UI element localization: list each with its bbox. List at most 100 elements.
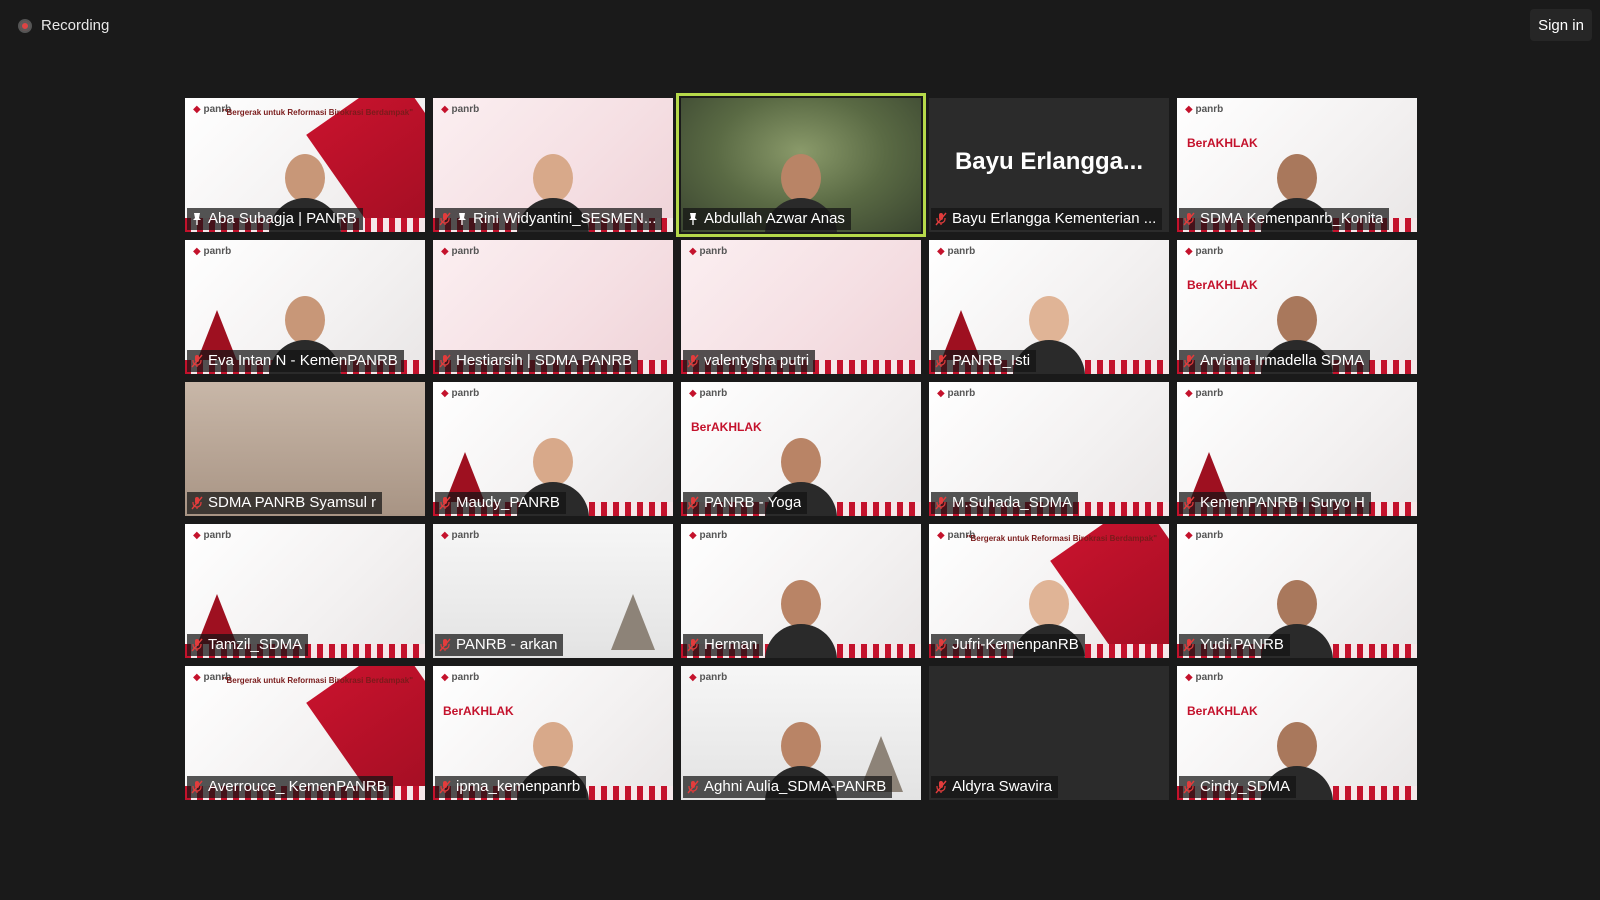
participant-tile[interactable]: Bayu Erlangga... Bayu Erlangga Kementeria… [929,98,1169,232]
background-slogan: "Bergerak untuk Reformasi Birokrasi Berd… [222,676,413,685]
participant-tile[interactable]: ◆ panrb valentysha putri [681,240,921,374]
mic-off-icon [439,780,451,794]
mic-off-icon [935,496,947,510]
participant-tile[interactable]: ◆ panrb KemenPANRB I Suryo H [1177,382,1417,516]
participant-tile[interactable]: ◆ panrb BerAKHLAK PANRB - Yoga [681,382,921,516]
mic-off-icon [191,496,203,510]
name-tag: valentysha putri [683,350,816,372]
mic-off-icon [191,780,203,794]
participant-name: Jufri-KemenpanRB [952,636,1079,653]
temple-graphic [611,594,655,650]
name-tag: Arviana Irmadella SDMA [1179,350,1371,372]
participant-name: PANRB - arkan [456,636,558,653]
mic-off-icon [1183,638,1195,652]
participant-tile[interactable]: ◆ panrb "Bergerak untuk Reformasi Birokra… [185,98,425,232]
participant-tile[interactable]: ◆ panrb BerAKHLAK ipma_kemenpanrb [433,666,673,800]
panrb-logo: ◆ panrb [1185,530,1224,541]
mic-off-icon [935,780,947,794]
participant-grid: ◆ panrb "Bergerak untuk Reformasi Birokra… [185,93,1417,800]
participant-tile[interactable]: ◆ panrb PANRB_Isti [929,240,1169,374]
mic-off-icon [687,496,699,510]
participant-name: PANRB - Yoga [704,494,802,511]
name-tag: PANRB - Yoga [683,492,808,514]
participant-tile[interactable]: ◆ panrb "Bergerak untuk Reformasi Birokra… [929,524,1169,658]
participant-name: ipma_kemenpanrb [456,778,581,795]
participant-tile[interactable]: ◆ panrb "Bergerak untuk Reformasi Birokra… [185,666,425,800]
berakhlak-brand: BerAKHLAK [443,704,514,718]
mic-off-icon [1183,780,1195,794]
participant-tile[interactable]: ◆ panrb Rini Widyantini_SESMEN... [433,98,673,232]
panrb-logo: ◆ panrb [689,388,728,399]
participant-tile[interactable]: ◆ panrb Tamzil_SDMA [185,524,425,658]
panrb-logo: ◆ panrb [441,672,480,683]
participant-tile[interactable]: ◆ panrb Herman [681,524,921,658]
pin-icon [687,212,699,226]
panrb-logo: ◆ panrb [441,530,480,541]
pin-icon [456,212,468,226]
participant-name: valentysha putri [704,352,810,369]
panrb-logo: ◆ panrb [689,246,728,257]
name-tag: PANRB - arkan [435,634,564,656]
panrb-logo: ◆ panrb [193,246,232,257]
name-tag: Cindy_SDMA [1179,776,1297,798]
berakhlak-brand: BerAKHLAK [1187,136,1258,150]
name-tag: PANRB_Isti [931,350,1037,372]
participant-tile[interactable]: ◆ panrb Maudy_PANRB [433,382,673,516]
panrb-logo: ◆ panrb [937,246,976,257]
participant-tile[interactable]: ◆ panrb BerAKHLAK Cindy_SDMA [1177,666,1417,800]
participant-tile[interactable]: ◆ panrb Hestiarsih | SDMA PANRB [433,240,673,374]
participant-tile[interactable]: ◆ panrb Aghni Aulia_SDMA-PANRB [681,666,921,800]
participant-name: SDMA PANRB Syamsul r [208,494,377,511]
mic-off-icon [687,780,699,794]
mic-off-icon [687,354,699,368]
participant-name: M.Suhada_SDMA [952,494,1073,511]
participant-name: Averrouce_ KemenPANRB [208,778,387,795]
participant-tile[interactable]: ◆ panrb BerAKHLAK Arviana Irmadella SDMA [1177,240,1417,374]
name-tag: Jufri-KemenpanRB [931,634,1085,656]
name-tag: Tamzil_SDMA [187,634,309,656]
sign-in-button[interactable]: Sign in [1530,9,1592,41]
name-tag: Hestiarsih | SDMA PANRB [435,350,639,372]
participant-tile[interactable]: ◆ panrb BerAKHLAK SDMA Kemenpanrb_Konita [1177,98,1417,232]
participant-name: Aghni Aulia_SDMA-PANRB [704,778,887,795]
mic-off-icon [439,638,451,652]
participant-name: Yudi.PANRB [1200,636,1284,653]
participant-tile[interactable]: SDMA PANRB Syamsul r [185,382,425,516]
name-tag: KemenPANRB I Suryo H [1179,492,1371,514]
mic-off-icon [439,354,451,368]
participant-name: Eva Intan N - KemenPANRB [208,352,398,369]
participant-tile[interactable]: Aldyra Swavira [929,666,1169,800]
participant-tile[interactable]: ◆ panrb M.Suhada_SDMA [929,382,1169,516]
participant-name: Herman [704,636,758,653]
top-bar: Recording Sign in [0,0,1600,50]
participant-tile[interactable]: ◆ panrb Yudi.PANRB [1177,524,1417,658]
background-slogan: "Bergerak untuk Reformasi Birokrasi Berd… [966,534,1157,543]
participant-name: Cindy_SDMA [1200,778,1291,795]
panrb-logo: ◆ panrb [1185,388,1224,399]
participant-tile[interactable]: ◆ panrb Eva Intan N - KemenPANRB [185,240,425,374]
mic-off-icon [687,638,699,652]
participant-display-name: Bayu Erlangga... [954,148,1144,175]
mic-off-icon [191,638,203,652]
name-tag: Averrouce_ KemenPANRB [187,776,393,798]
participant-name: Aba Subagja | PANRB [208,210,357,227]
participant-video [765,580,837,658]
name-tag: ipma_kemenpanrb [435,776,587,798]
berakhlak-brand: BerAKHLAK [1187,704,1258,718]
participant-tile[interactable]: ◆ panrb PANRB - arkan [433,524,673,658]
name-tag: Yudi.PANRB [1179,634,1290,656]
panrb-logo: ◆ panrb [689,530,728,541]
record-icon [18,18,32,33]
name-tag: M.Suhada_SDMA [931,492,1079,514]
name-tag: Maudy_PANRB [435,492,566,514]
name-tag: Bayu Erlangga Kementerian ... [931,208,1163,230]
name-tag: Aba Subagja | PANRB [187,208,363,230]
participant-name: Tamzil_SDMA [208,636,303,653]
participant-name: Hestiarsih | SDMA PANRB [456,352,633,369]
recording-label: Recording [41,17,110,34]
mic-off-icon [1183,212,1195,226]
mic-off-icon [439,212,451,226]
participant-tile[interactable]: Abdullah Azwar Anas [676,93,926,237]
pin-icon [191,212,203,226]
name-tag: Rini Widyantini_SESMEN... [435,208,663,230]
